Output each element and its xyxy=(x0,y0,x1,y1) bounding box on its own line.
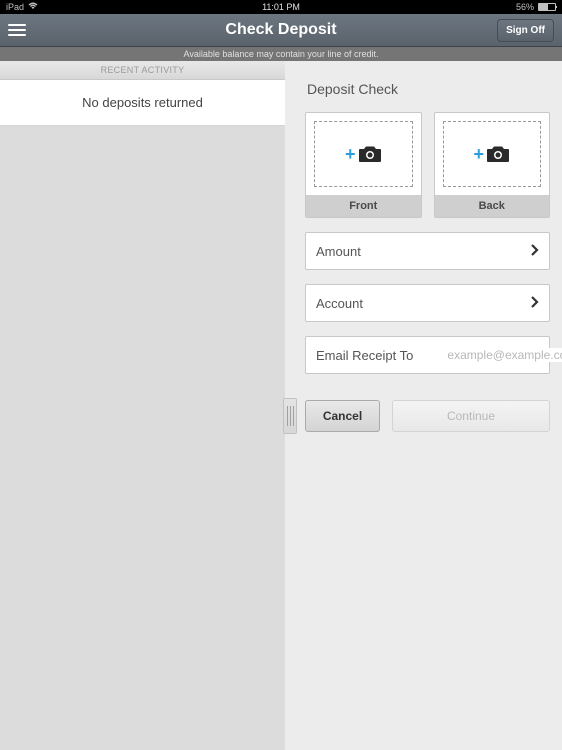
sign-off-button[interactable]: Sign Off xyxy=(497,19,554,42)
capture-front-zone[interactable]: + xyxy=(306,113,421,195)
plus-icon: + xyxy=(473,145,484,163)
capture-back-zone[interactable]: + xyxy=(435,113,550,195)
recent-activity-header: RECENT ACTIVITY xyxy=(0,61,285,80)
menu-icon[interactable] xyxy=(8,24,26,36)
nav-bar: Check Deposit Sign Off xyxy=(0,14,562,47)
device-label: iPad xyxy=(6,2,24,12)
amount-row[interactable]: Amount xyxy=(305,232,550,270)
warning-bar: Available balance may contain your line … xyxy=(0,47,562,61)
account-label: Account xyxy=(316,296,363,311)
left-pane: RECENT ACTIVITY No deposits returned xyxy=(0,61,285,750)
camera-icon xyxy=(486,145,510,163)
account-row[interactable]: Account xyxy=(305,284,550,322)
capture-back-card[interactable]: + Back xyxy=(434,112,551,218)
capture-row: + Front + Back xyxy=(305,112,550,218)
deposit-check-title: Deposit Check xyxy=(307,81,550,97)
recent-activity-empty: No deposits returned xyxy=(0,80,285,126)
email-input[interactable] xyxy=(421,348,562,362)
right-pane: Deposit Check + Front + xyxy=(285,61,562,750)
capture-back-label: Back xyxy=(435,195,550,217)
cancel-button[interactable]: Cancel xyxy=(305,400,380,432)
capture-front-label: Front xyxy=(306,195,421,217)
status-time: 11:01 PM xyxy=(262,2,300,12)
email-row: Email Receipt To xyxy=(305,336,550,374)
status-right: 56% xyxy=(516,2,556,12)
battery-icon xyxy=(538,3,556,11)
battery-percent: 56% xyxy=(516,2,534,12)
wifi-icon xyxy=(28,2,38,12)
camera-icon xyxy=(358,145,382,163)
continue-button[interactable]: Continue xyxy=(392,400,550,432)
chevron-right-icon xyxy=(531,243,539,259)
amount-label: Amount xyxy=(316,244,361,259)
content: RECENT ACTIVITY No deposits returned Dep… xyxy=(0,61,562,750)
splitter-handle[interactable] xyxy=(283,398,297,434)
status-bar: iPad 11:01 PM 56% xyxy=(0,0,562,14)
plus-icon: + xyxy=(345,145,356,163)
button-row: Cancel Continue xyxy=(305,400,550,432)
capture-front-card[interactable]: + Front xyxy=(305,112,422,218)
email-label: Email Receipt To xyxy=(316,348,413,363)
chevron-right-icon xyxy=(531,295,539,311)
page-title: Check Deposit xyxy=(225,21,336,39)
status-left: iPad xyxy=(6,2,38,12)
